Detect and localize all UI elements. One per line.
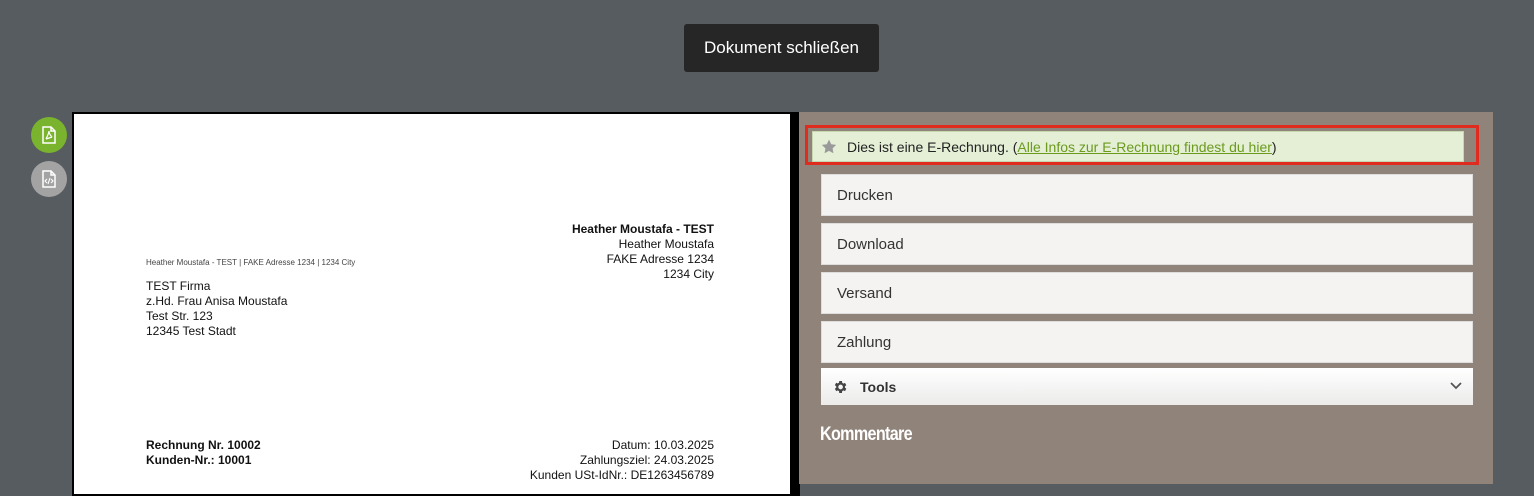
recipient-attn: z.Hd. Frau Anisa Moustafa — [146, 294, 288, 308]
sender-street: FAKE Adresse 1234 — [606, 252, 714, 266]
close-document-button[interactable]: Dokument schließen — [684, 24, 879, 72]
e-invoice-info-link[interactable]: Alle Infos zur E-Rechnung findest du hie… — [1017, 139, 1271, 155]
document-actions-panel: Dies ist eine E-Rechnung. (Alle Infos zu… — [799, 112, 1493, 484]
invoice-date: Datum: 10.03.2025 — [611, 438, 714, 452]
customer-vat-id: Kunden USt-IdNr.: DE1263456789 — [529, 468, 714, 482]
pdf-file-icon[interactable] — [31, 117, 67, 153]
invoice-due-date: Zahlungsziel: 24.03.2025 — [579, 453, 714, 467]
xml-file-icon[interactable] — [31, 161, 67, 197]
payment-button[interactable]: Zahlung — [821, 321, 1473, 363]
e-invoice-notice-text: Dies ist eine E-Rechnung. ( — [847, 138, 1018, 155]
invoice-numbers: Rechnung Nr. 10002 Kunden-Nr.: 10001 — [146, 438, 261, 468]
sender-city: 1234 City — [663, 267, 714, 281]
tools-toggle[interactable]: Tools — [821, 368, 1473, 405]
chevron-down-icon — [1449, 379, 1463, 393]
e-invoice-notice: Dies ist eine E-Rechnung. (Alle Infos zu… — [812, 131, 1464, 162]
invoice-number: Rechnung Nr. 10002 — [146, 438, 261, 452]
sender-return-line: Heather Moustafa - TEST | FAKE Adresse 1… — [146, 258, 356, 267]
star-icon — [821, 139, 837, 154]
gear-icon — [832, 379, 848, 395]
recipient-company: TEST Firma — [146, 279, 211, 293]
recipient-address-block: TEST Firma z.Hd. Frau Anisa Moustafa Tes… — [146, 279, 287, 339]
invoice-dates: Datum: 10.03.2025 Zahlungsziel: 24.03.20… — [530, 438, 714, 483]
comments-heading: Kommentare — [820, 424, 913, 445]
tools-label: Tools — [860, 378, 897, 395]
sender-address-block: Heather Moustafa - TEST Heather Moustafa… — [572, 222, 714, 282]
recipient-city: 12345 Test Stadt — [146, 324, 236, 338]
recipient-street: Test Str. 123 — [146, 309, 213, 323]
invoice-document-preview: Heather Moustafa - TEST Heather Moustafa… — [72, 112, 800, 496]
download-button[interactable]: Download — [821, 223, 1473, 265]
sender-name: Heather Moustafa — [618, 237, 714, 251]
send-button[interactable]: Versand — [821, 272, 1473, 314]
customer-number: Kunden-Nr.: 10001 — [146, 453, 252, 467]
e-invoice-notice-suffix: ) — [1271, 138, 1277, 155]
print-button[interactable]: Drucken — [821, 174, 1473, 216]
sender-title: Heather Moustafa - TEST — [571, 222, 714, 236]
